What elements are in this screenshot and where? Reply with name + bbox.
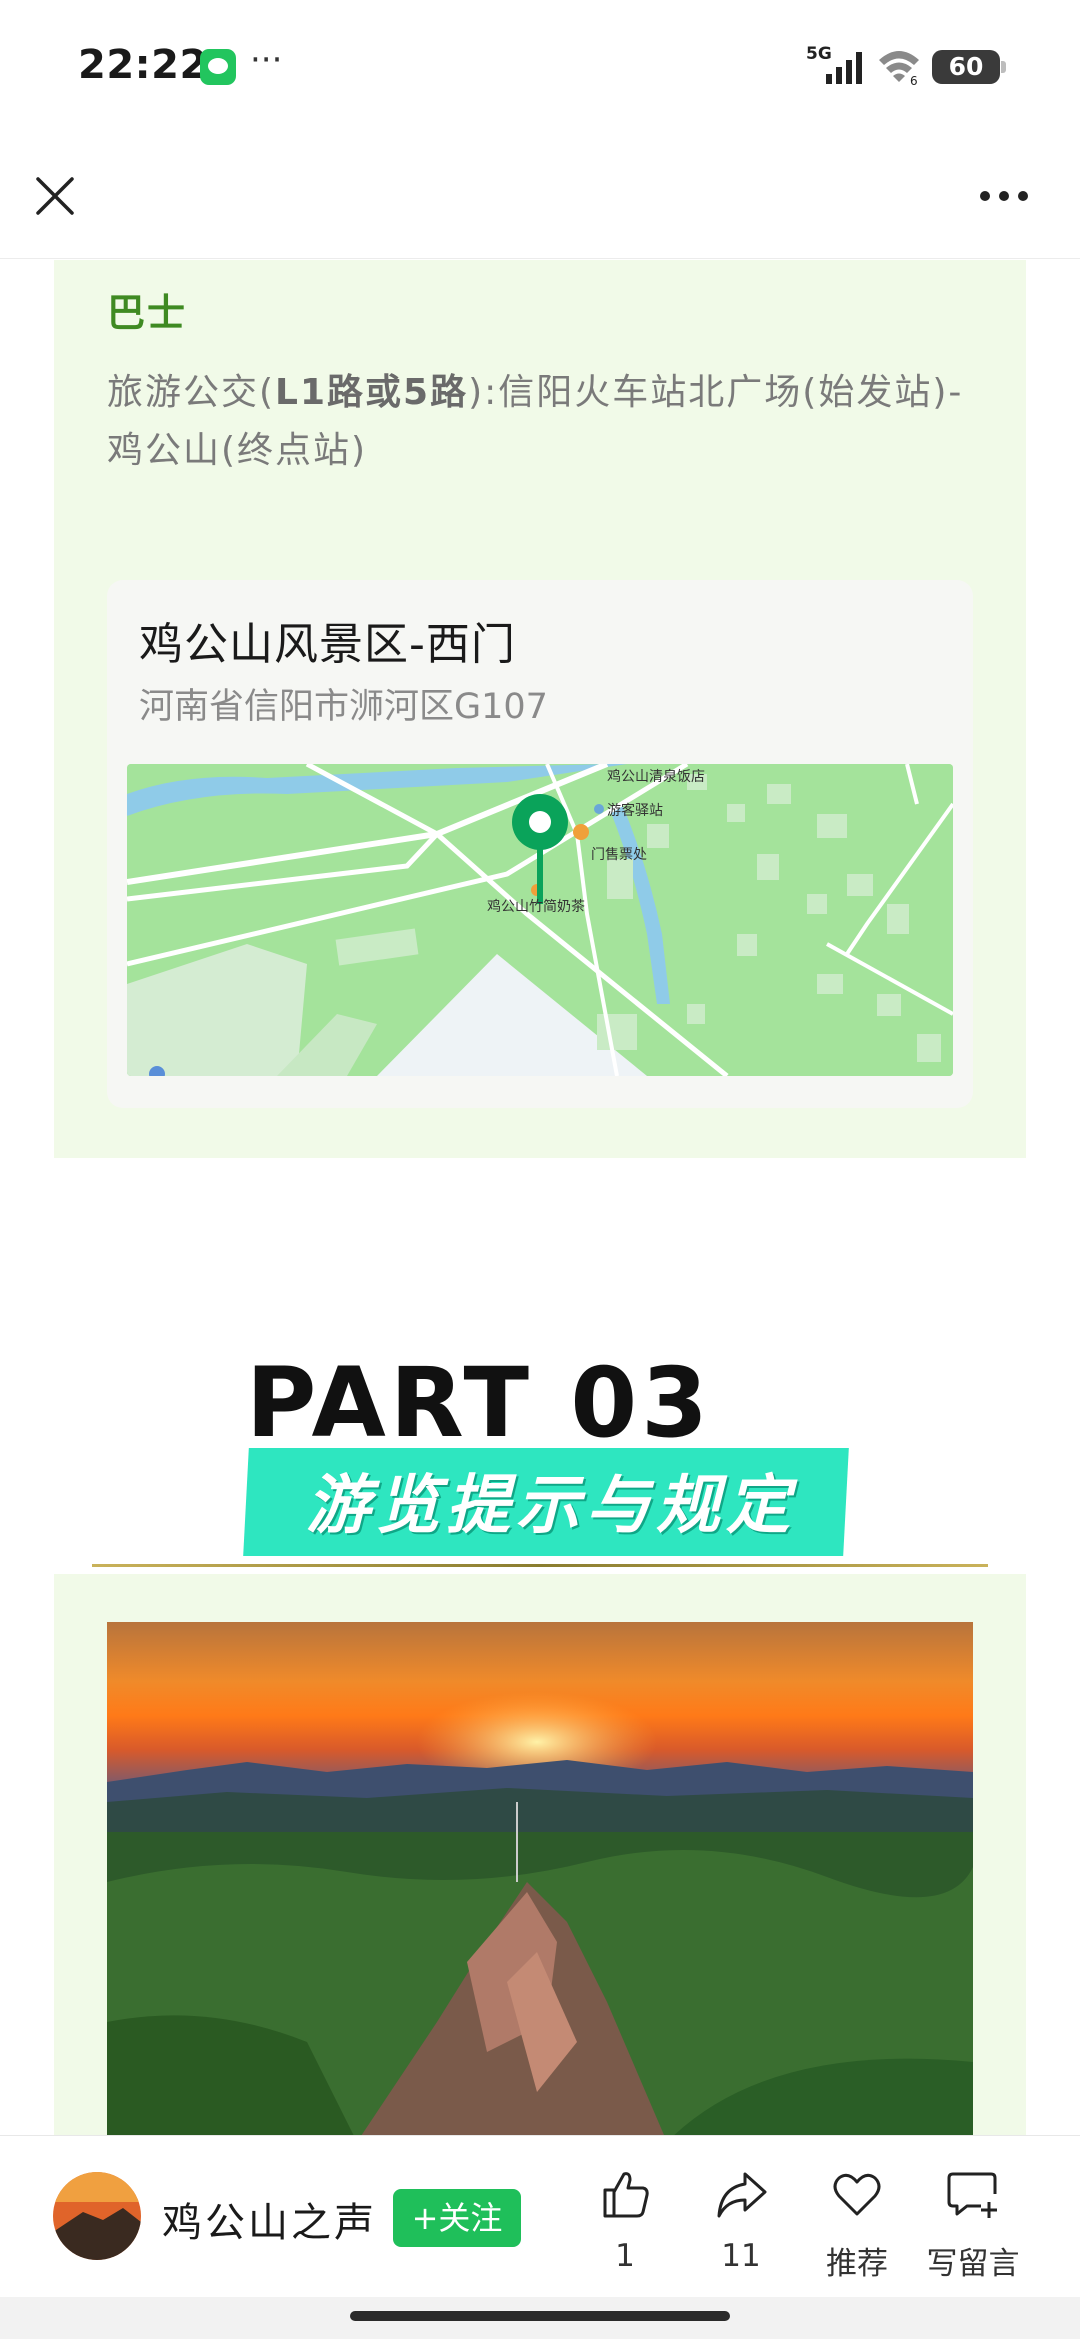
- follow-button[interactable]: +关注: [393, 2189, 521, 2247]
- account-avatar[interactable]: [53, 2172, 141, 2260]
- mountain-sunset-photo[interactable]: [107, 1622, 973, 2135]
- svg-text:6: 6: [910, 74, 918, 86]
- share-count: 11: [721, 2238, 761, 2274]
- signal-icon: [826, 52, 862, 84]
- status-time: 22:22: [78, 42, 208, 88]
- messages-icon: [200, 49, 236, 85]
- map-view[interactable]: 鸡公山清泉饭店 游客驿站 门售票处 鸡公山竹简奶茶: [127, 764, 953, 1076]
- heart-icon: [833, 2173, 881, 2216]
- map-label: 游客驿站: [607, 803, 663, 819]
- wifi-icon: 6: [879, 51, 919, 86]
- part-title: PART 03: [246, 1347, 712, 1459]
- recommend-label: 推荐: [826, 2246, 888, 2282]
- home-indicator[interactable]: [350, 2311, 730, 2321]
- location-address: 河南省信阳市浉河区G107: [139, 687, 548, 727]
- nav-bar: [0, 135, 1080, 259]
- home-indicator-area: [0, 2297, 1080, 2339]
- bottom-action-bar: 鸡公山之声 +关注 1 11 推荐 写留言: [0, 2135, 1080, 2297]
- like-count: 1: [615, 2238, 635, 2274]
- avatar-image: [53, 2172, 141, 2260]
- part-header: PART 03 游览提示与规定: [243, 1347, 866, 1568]
- account-name[interactable]: 鸡公山之声: [162, 2190, 377, 2248]
- part-subtitle: 游览提示与规定: [306, 1469, 796, 1543]
- share-icon: [717, 2172, 767, 2218]
- map-label: 门售票处: [591, 847, 647, 863]
- location-card[interactable]: 鸡公山风景区-西门 河南省信阳市浉河区G107 鸡公山清泉饭店 游客驿站 门售票…: [107, 580, 973, 1108]
- photo-graphic: [107, 1622, 973, 2135]
- battery-icon: 60: [932, 50, 1006, 84]
- comment-icon: [947, 2172, 997, 2218]
- bus-desc-route: L1路或5路: [275, 372, 469, 413]
- article-content[interactable]: 巴士 旅游公交(L1路或5路):信阳火车站北广场(始发站)-鸡公山(终点站) 鸡…: [0, 260, 1080, 2135]
- map-graphic: [127, 764, 953, 1076]
- bus-desc-prefix: 旅游公交(: [107, 372, 276, 413]
- location-name: 鸡公山风景区-西门: [139, 619, 516, 670]
- like-button[interactable]: 1: [570, 2166, 680, 2274]
- comment-button[interactable]: 写留言: [918, 2166, 1028, 2283]
- close-icon[interactable]: [34, 175, 76, 217]
- section-divider: [92, 1564, 988, 1567]
- recommend-button[interactable]: 推荐: [802, 2166, 912, 2283]
- map-label: 鸡公山竹简奶茶: [487, 899, 585, 915]
- thumbs-up-icon: [603, 2172, 649, 2218]
- comment-label: 写留言: [926, 2246, 1020, 2282]
- status-bar: 22:22 ··· 5G 6 60: [0, 0, 1080, 135]
- map-label: 鸡公山清泉饭店: [607, 769, 705, 785]
- bus-section-title: 巴士: [107, 291, 188, 335]
- share-button[interactable]: 11: [686, 2166, 796, 2274]
- more-options-icon[interactable]: [978, 189, 1030, 203]
- bus-route-description: 旅游公交(L1路或5路):信阳火车站北广场(始发站)-鸡公山(终点站): [107, 364, 987, 480]
- more-dots-icon: ···: [250, 40, 283, 80]
